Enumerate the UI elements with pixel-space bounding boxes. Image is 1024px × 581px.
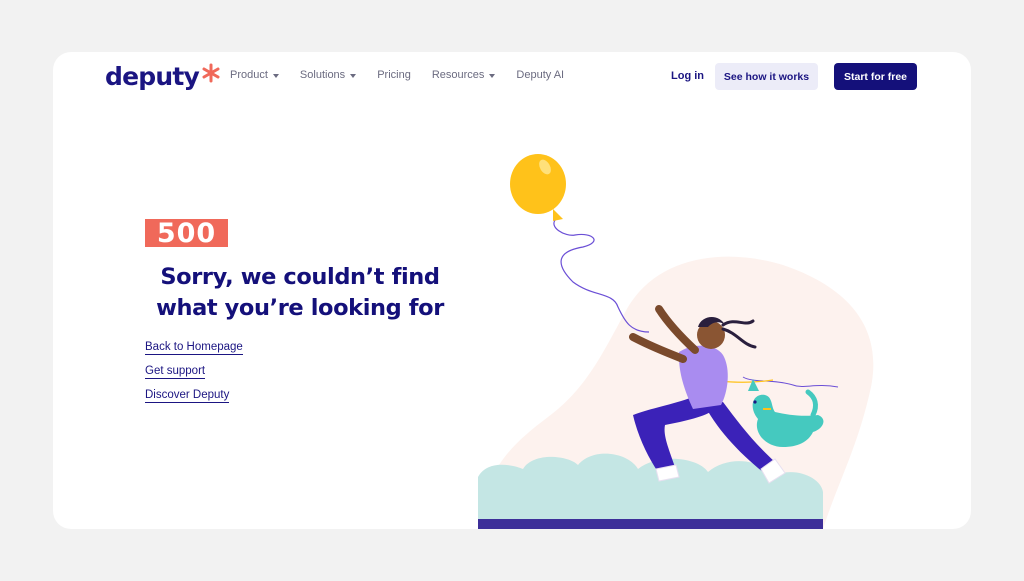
nav-item-label: Solutions xyxy=(299,69,346,81)
caret-down-icon xyxy=(489,74,496,78)
page-card: deputy Product Solutions Pricing Resourc… xyxy=(53,52,971,529)
logo-asterisk-icon xyxy=(202,63,220,82)
logo-wordmark: deputy xyxy=(105,62,200,91)
nav-item-pricing[interactable]: Pricing xyxy=(377,69,411,81)
nav-item-product[interactable]: Product xyxy=(230,69,279,81)
nav-item-label: Deputy AI xyxy=(516,69,565,81)
headline-line-1: Sorry, we couldn’t find xyxy=(160,264,440,290)
back-to-homepage-link[interactable]: Back to Homepage xyxy=(145,341,243,355)
deputy-logo[interactable]: deputy xyxy=(105,62,221,91)
nav-item-solutions[interactable]: Solutions xyxy=(299,69,357,81)
nav-item-label: Product xyxy=(230,69,268,81)
error-headline: Sorry, we couldn’t find what you’re look… xyxy=(145,262,455,324)
start-for-free-button[interactable]: Start for free xyxy=(834,63,917,90)
nav-item-label: Pricing xyxy=(377,69,411,81)
ground xyxy=(478,519,823,529)
caret-down-icon xyxy=(350,74,357,78)
see-how-it-works-button[interactable]: See how it works xyxy=(715,63,818,90)
headline-line-2: what you’re looking for xyxy=(156,295,444,321)
login-link[interactable]: Log in xyxy=(671,70,704,82)
error-code-badge: 500 xyxy=(145,219,228,247)
help-links: Back to Homepage Get support Discover De… xyxy=(145,341,243,413)
nav-item-label: Resources xyxy=(431,69,485,81)
nav-item-resources[interactable]: Resources xyxy=(432,69,496,81)
balloon-icon xyxy=(510,154,566,214)
error-illustration xyxy=(478,154,874,529)
nav-item-deputy-ai[interactable]: Deputy AI xyxy=(516,69,564,81)
main-nav: Product Solutions Pricing Resources Depu… xyxy=(230,69,585,81)
discover-deputy-link[interactable]: Discover Deputy xyxy=(145,389,230,403)
get-support-link[interactable]: Get support xyxy=(145,365,206,379)
caret-down-icon xyxy=(272,74,279,78)
